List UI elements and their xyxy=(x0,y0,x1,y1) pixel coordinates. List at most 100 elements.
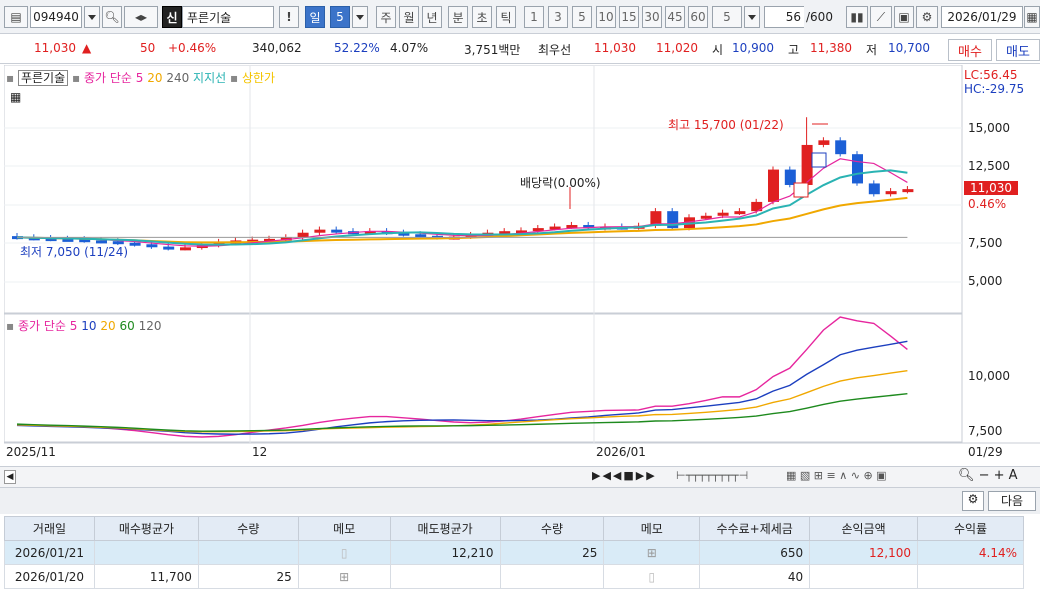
search-icon[interactable]: 🔍︎ xyxy=(102,6,122,28)
interval-30[interactable]: 30 xyxy=(642,6,662,28)
x-label-end: 01/29 xyxy=(968,445,1003,459)
ma240-label[interactable]: 240 xyxy=(166,71,189,85)
interval-dropdown[interactable] xyxy=(744,6,760,28)
interval-10[interactable]: 10 xyxy=(596,6,616,28)
interval-45[interactable]: 45 xyxy=(665,6,685,28)
date-input[interactable]: 2026/01/29 xyxy=(941,6,1023,28)
col-buy-qty[interactable]: 수량 xyxy=(197,516,299,541)
vol-ma-label[interactable]: 종가 단순 5 xyxy=(18,319,77,333)
candle xyxy=(331,229,343,233)
grid-icon[interactable]: ▦ xyxy=(10,90,21,104)
toolbar: ▤ 094940 🔍︎ ◂▸ 신 푸른기술 ! 일 5 주 월 년 분 초 틱 … xyxy=(0,0,1040,34)
bar-count-input[interactable]: 56 xyxy=(764,6,804,28)
chart-area[interactable]: ▪ 푸른기술 ▪ 종가 단순 5 20 240 지지선 ▪ 상한가 ▦ LC:5… xyxy=(4,65,1040,465)
axis-label-7500: 7,500 xyxy=(968,236,1003,250)
axis-label-15000: 15,000 xyxy=(968,121,1010,135)
cell-buy-avg xyxy=(93,540,199,565)
interval-1[interactable]: 1 xyxy=(524,6,544,28)
interval-5[interactable]: 5 xyxy=(572,6,592,28)
col-buy-avg[interactable]: 매수평균가 xyxy=(93,516,199,541)
interval-custom[interactable]: 5 xyxy=(712,6,742,28)
col-date[interactable]: 거래일 xyxy=(4,516,95,541)
vol-ma10-label[interactable]: 10 xyxy=(81,319,96,333)
col-pnl[interactable]: 손익금액 xyxy=(809,516,919,541)
candle xyxy=(314,229,326,233)
save-icon[interactable]: ▣ xyxy=(894,6,914,28)
lc-value: LC:56.45 xyxy=(964,68,1018,82)
sell-button[interactable]: 매도 xyxy=(996,39,1040,61)
ma20-label[interactable]: 20 xyxy=(147,71,162,85)
vol-axis-7500: 7,500 xyxy=(968,424,1003,438)
period-second[interactable]: 초 xyxy=(472,6,492,28)
table-toolbar: ⚙ 다음 xyxy=(0,488,1040,514)
period-minute[interactable]: 분 xyxy=(448,6,468,28)
col-return[interactable]: 수익률 xyxy=(917,516,1024,541)
zoom-tools[interactable]: 🔍︎ − + A xyxy=(958,468,1018,483)
col-sell-memo[interactable]: 메모 xyxy=(603,516,701,541)
line-tool-icon[interactable]: ⟋ xyxy=(870,6,892,28)
play-controls[interactable]: ▶◀◀■▶▶ xyxy=(592,469,657,482)
zoom-slider[interactable]: ⊢┬┬┬┬┬┬┬┬⊣ xyxy=(676,469,748,482)
col-sell-avg[interactable]: 매도평균가 xyxy=(389,516,501,541)
ask-price: 11,030 xyxy=(594,41,636,55)
memo-empty-icon[interactable]: ▯ xyxy=(603,564,701,589)
code-input[interactable]: 094940 xyxy=(30,6,82,28)
cell-return: 4.14% xyxy=(917,540,1024,565)
interval-15[interactable]: 15 xyxy=(619,6,639,28)
limit-label[interactable]: 상한가 xyxy=(242,71,275,85)
cell-sell-avg xyxy=(389,564,501,589)
high-label: 고 xyxy=(788,43,800,57)
period-day[interactable]: 일 xyxy=(305,6,325,28)
period-month[interactable]: 월 xyxy=(399,6,419,28)
annot-dividend: 배당락(0.00%) xyxy=(520,176,601,190)
gear-icon[interactable]: ⚙ xyxy=(916,6,938,28)
vol-ma120-label[interactable]: 120 xyxy=(139,319,162,333)
up-arrow-icon: ▲ xyxy=(82,41,92,55)
name-field[interactable]: 푸른기술 xyxy=(182,6,274,28)
alert-button[interactable]: ! xyxy=(279,6,299,28)
col-sell-qty[interactable]: 수량 xyxy=(499,516,605,541)
next-button[interactable]: 다음 xyxy=(988,491,1036,511)
low-label: 저 xyxy=(866,43,878,57)
period-tick[interactable]: 틱 xyxy=(496,6,516,28)
ma-label[interactable]: 종가 단순 5 xyxy=(84,71,143,85)
stock-name-label[interactable]: 푸른기술 xyxy=(17,70,69,86)
col-fee[interactable]: 수수료+제세금 xyxy=(699,516,811,541)
open-label: 시 xyxy=(712,43,724,57)
memo-empty-icon[interactable]: ▯ xyxy=(297,540,391,565)
menu-icon[interactable]: ▤ xyxy=(4,6,28,28)
period-dropdown[interactable] xyxy=(352,6,368,28)
interval-3[interactable]: 3 xyxy=(548,6,568,28)
candle-type-icon[interactable]: ▮▮ xyxy=(846,6,868,28)
scroll-left-icon[interactable]: ◀ xyxy=(4,470,16,484)
cell-pnl: 12,100 xyxy=(809,540,919,565)
table-gear-icon[interactable]: ⚙ xyxy=(962,491,984,511)
period-5[interactable]: 5 xyxy=(330,6,350,28)
candle xyxy=(717,212,729,216)
candle xyxy=(163,246,175,250)
chart-nav-bar: ◀ ▶◀◀■▶▶ ⊢┬┬┬┬┬┬┬┬⊣ ▦ ▧ ⊞ ≡ ∧ ∿ ⊕ ▣ 🔍︎ −… xyxy=(0,466,1040,488)
chevron-down-icon[interactable] xyxy=(84,6,100,28)
period-week[interactable]: 주 xyxy=(376,6,396,28)
cell-sell-qty: 25 xyxy=(499,540,605,565)
low-price: 10,700 xyxy=(888,41,930,55)
buy-button[interactable]: 매수 xyxy=(948,39,992,61)
vol-ma20-label[interactable]: 20 xyxy=(100,319,115,333)
vol-ma60-label[interactable]: 60 xyxy=(119,319,134,333)
drawing-tools[interactable]: ▦ ▧ ⊞ ≡ ∧ ∿ ⊕ ▣ xyxy=(786,469,887,482)
col-buy-memo[interactable]: 메모 xyxy=(297,516,391,541)
period-year[interactable]: 년 xyxy=(422,6,442,28)
table-row[interactable]: 2026/01/21 ▯ 12,210 25 ⊞ 650 12,100 4.14… xyxy=(4,540,1024,565)
support-label[interactable]: 지지선 xyxy=(193,71,226,85)
memo-add-icon[interactable]: ⊞ xyxy=(603,540,701,565)
interval-60[interactable]: 60 xyxy=(688,6,708,28)
vol-axis-10000: 10,000 xyxy=(968,369,1010,383)
candle xyxy=(146,244,158,248)
cell-fee: 40 xyxy=(699,564,811,589)
candle xyxy=(180,247,191,251)
buy-marker xyxy=(793,182,809,198)
memo-add-icon[interactable]: ⊞ xyxy=(297,564,391,589)
speaker-icon[interactable]: ◂▸ xyxy=(124,6,158,28)
table-row[interactable]: 2026/01/20 11,700 25 ⊞ ▯ 40 xyxy=(4,564,1024,589)
calendar-icon[interactable]: ▦ xyxy=(1024,6,1040,28)
